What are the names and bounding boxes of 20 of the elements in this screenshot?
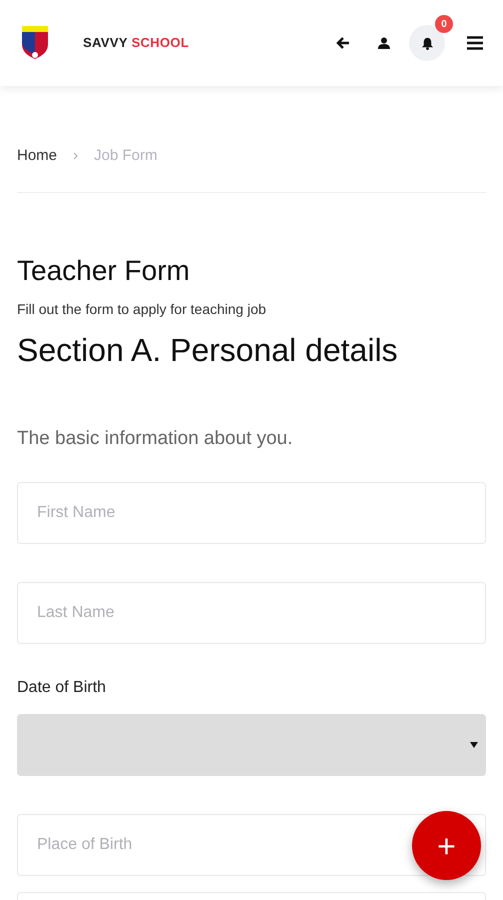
- back-arrow-icon[interactable]: [336, 36, 350, 50]
- menu-icon[interactable]: [467, 36, 483, 50]
- date-select-field[interactable]: [17, 714, 486, 776]
- text-input-field[interactable]: Last Name: [17, 582, 486, 644]
- section-title: Section A. Personal details: [17, 331, 399, 370]
- school-crest-logo: [20, 26, 50, 60]
- notification-count-badge: 0: [435, 15, 453, 33]
- form-subtitle: Fill out the form to apply for teaching job: [17, 300, 268, 319]
- dropdown-caret-icon: [470, 742, 478, 748]
- chevron-right-icon: [73, 152, 78, 160]
- bell-icon: [420, 36, 434, 50]
- form-title: Teacher Form: [17, 254, 191, 288]
- section-intro: The basic information about you.: [17, 427, 294, 451]
- notifications-button[interactable]: [409, 25, 445, 61]
- user-icon[interactable]: [378, 37, 390, 49]
- brand-name: SAVVY SCHOOL: [83, 34, 189, 52]
- add-button[interactable]: +: [412, 811, 481, 880]
- field-label: Date of Birth: [17, 678, 107, 698]
- text-input-field[interactable]: First Name: [17, 482, 486, 544]
- breadcrumb-link[interactable]: Home: [17, 144, 58, 168]
